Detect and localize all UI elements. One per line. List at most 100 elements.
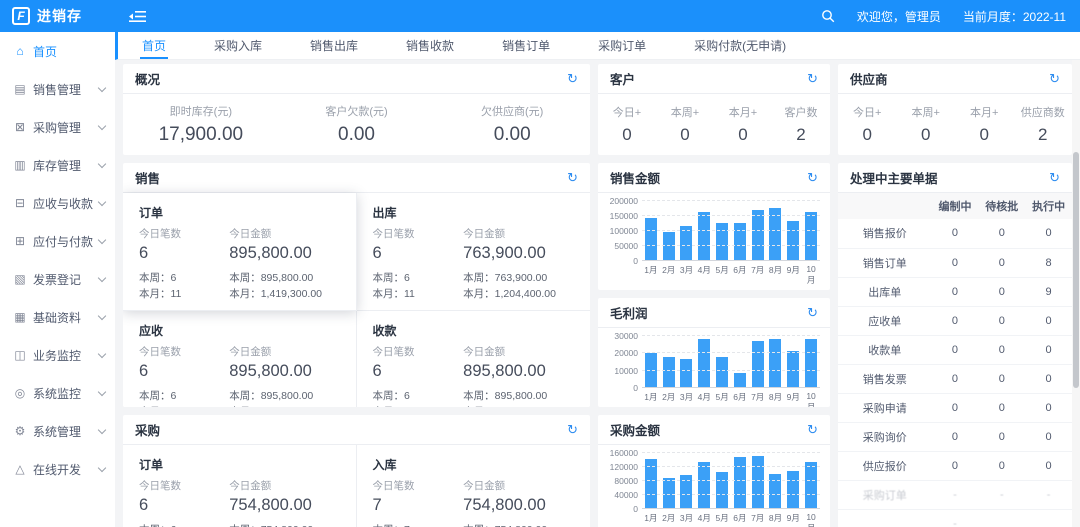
chart-bar[interactable] — [752, 456, 764, 509]
chart-bar[interactable] — [752, 210, 764, 261]
chart-bar[interactable] — [787, 221, 799, 261]
metric-section-订单[interactable]: 订单今日笔数6本周：6今日金额754,800.00本周：754,800.00 — [123, 445, 357, 527]
chart-bar[interactable] — [769, 339, 781, 388]
week-count: 本周：6 — [373, 270, 464, 286]
table-row[interactable]: 出库单009 — [838, 277, 1072, 306]
refresh-icon[interactable]: ↻ — [807, 72, 818, 85]
app-logo[interactable]: F 进销存 — [0, 6, 115, 26]
metric-section-订单[interactable]: 订单今日笔数6本周：6本月：11今日金额895,800.00本周：895,800… — [123, 193, 357, 311]
table-row[interactable]: 供应报价000 — [838, 451, 1072, 480]
sidebar-item-7[interactable]: ▦基础资料 — [0, 298, 115, 336]
chart-bar[interactable] — [752, 341, 764, 388]
sidebar-item-4[interactable]: ⊟应收与收款 — [0, 184, 115, 222]
chart-bar[interactable] — [716, 357, 728, 388]
chart-bar[interactable] — [698, 212, 710, 262]
sidebar-item-10[interactable]: ⚙系统管理 — [0, 412, 115, 450]
sidebar-item-label: 采购管理 — [33, 119, 81, 136]
refresh-icon[interactable]: ↻ — [1049, 171, 1060, 184]
refresh-icon[interactable]: ↻ — [567, 171, 578, 184]
sidebar-item-9[interactable]: ◎系统监控 — [0, 374, 115, 412]
chart-bar[interactable] — [663, 357, 675, 388]
table-row[interactable]: 应收单000 — [838, 306, 1072, 335]
chart-bar[interactable] — [734, 457, 746, 509]
chart-bar[interactable] — [663, 232, 675, 261]
stat: 即时库存(元)17,900.00 — [123, 103, 279, 146]
refresh-icon[interactable]: ↻ — [1049, 72, 1060, 85]
tab-1[interactable]: 采购入库 — [190, 32, 286, 59]
doc-type-cell: 采购订单 — [838, 480, 932, 509]
chart-bar[interactable] — [805, 462, 817, 509]
table-row[interactable]: 销售订单008 — [838, 248, 1072, 277]
chart-bar[interactable] — [645, 218, 657, 262]
chart-bar[interactable] — [734, 373, 746, 388]
metric-section-出库[interactable]: 出库今日笔数6本周：6本月：11今日金额763,900.00本周：763,900… — [357, 193, 591, 311]
refresh-icon[interactable]: ↻ — [807, 306, 818, 319]
sidebar-item-8[interactable]: ◫业务监控 — [0, 336, 115, 374]
gridline — [642, 335, 820, 336]
table-row[interactable]: - — [838, 509, 1072, 527]
system-manage-icon: ⚙ — [13, 424, 27, 438]
tab-0[interactable]: 首页 — [118, 32, 190, 59]
chart-bar[interactable] — [716, 472, 728, 509]
refresh-icon[interactable]: ↻ — [567, 423, 578, 436]
chart-bar[interactable] — [716, 223, 728, 261]
week-amount: 本周：763,900.00 — [463, 270, 574, 286]
tab-3[interactable]: 销售收款 — [382, 32, 478, 59]
metric-section-入库[interactable]: 入库今日笔数7本周：7今日金额754,800.00本周：754,800.00 — [357, 445, 591, 527]
today-amount-value: 895,800.00 — [229, 362, 339, 381]
chart-bar[interactable] — [680, 226, 692, 261]
table-row[interactable]: 采购询价000 — [838, 422, 1072, 451]
stat: 本周+0 — [656, 104, 714, 145]
chart-bar[interactable] — [698, 462, 710, 509]
doc-count-cell: 0 — [978, 335, 1025, 364]
chart-bar[interactable] — [734, 223, 746, 261]
metric-section-收款[interactable]: 收款今日笔数6本周：6本月：10今日金额895,800.00本周：895,800… — [357, 311, 591, 407]
table-column-header: 执行中 — [1025, 193, 1072, 219]
table-row[interactable]: 采购订单--- — [838, 480, 1072, 509]
welcome-user-label[interactable]: 欢迎您，管理员 — [857, 8, 941, 25]
bar-slot — [678, 201, 696, 261]
bar-slot — [749, 201, 767, 261]
refresh-icon[interactable]: ↻ — [807, 423, 818, 436]
chart-bar[interactable] — [680, 359, 692, 388]
payable-icon: ⊞ — [13, 234, 27, 248]
table-row[interactable]: 采购申请000 — [838, 393, 1072, 422]
tab-2[interactable]: 销售出库 — [286, 32, 382, 59]
chart-bar[interactable] — [769, 208, 781, 261]
tab-6[interactable]: 采购付款(无申请) — [670, 32, 810, 59]
sidebar-item-5[interactable]: ⊞应付与付款 — [0, 222, 115, 260]
chart-bar[interactable] — [787, 471, 799, 509]
sidebar-item-2[interactable]: ⊠采购管理 — [0, 108, 115, 146]
sidebar-item-6[interactable]: ▧发票登记 — [0, 260, 115, 298]
metric-section-应收[interactable]: 应收今日笔数6本周：6本月：11今日金额895,800.00本周：895,800… — [123, 311, 357, 407]
table-row[interactable]: 销售发票000 — [838, 364, 1072, 393]
table-row[interactable]: 销售报价000 — [838, 219, 1072, 248]
page-scrollbar-thumb[interactable] — [1073, 152, 1079, 388]
tab-5[interactable]: 采购订单 — [574, 32, 670, 59]
stat-value: 0.00 — [434, 124, 590, 146]
bar-slot — [731, 336, 749, 388]
search-icon[interactable] — [821, 9, 835, 23]
current-period-label[interactable]: 当前月度：2022-11 — [963, 8, 1066, 25]
refresh-icon[interactable]: ↻ — [807, 171, 818, 184]
doc-count-cell: 0 — [932, 219, 979, 248]
sidebar-item-0[interactable]: ⌂首页 — [0, 32, 115, 70]
bar-slot — [767, 201, 785, 261]
sidebar-item-11[interactable]: △在线开发 — [0, 450, 115, 488]
bar-slot — [642, 201, 660, 261]
doc-type-cell — [838, 509, 932, 527]
sidebar-item-3[interactable]: ▥库存管理 — [0, 146, 115, 184]
tab-4[interactable]: 销售订单 — [478, 32, 574, 59]
doc-count-cell: 0 — [978, 306, 1025, 335]
chart-bar[interactable] — [805, 339, 817, 388]
table-row[interactable]: 收款单000 — [838, 335, 1072, 364]
overview-card: 概况 ↻ 即时库存(元)17,900.00客户欠款(元)0.00欠供应商(元)0… — [123, 64, 590, 155]
sidebar-collapse-icon[interactable] — [129, 10, 146, 23]
x-axis-label: 6月 — [731, 391, 749, 407]
y-axis-tick: 20000 — [614, 348, 638, 358]
sidebar-item-1[interactable]: ▤销售管理 — [0, 70, 115, 108]
bar-slot — [731, 201, 749, 261]
refresh-icon[interactable]: ↻ — [567, 72, 578, 85]
chart-bar[interactable] — [698, 339, 710, 388]
chart-bar[interactable] — [805, 212, 817, 262]
